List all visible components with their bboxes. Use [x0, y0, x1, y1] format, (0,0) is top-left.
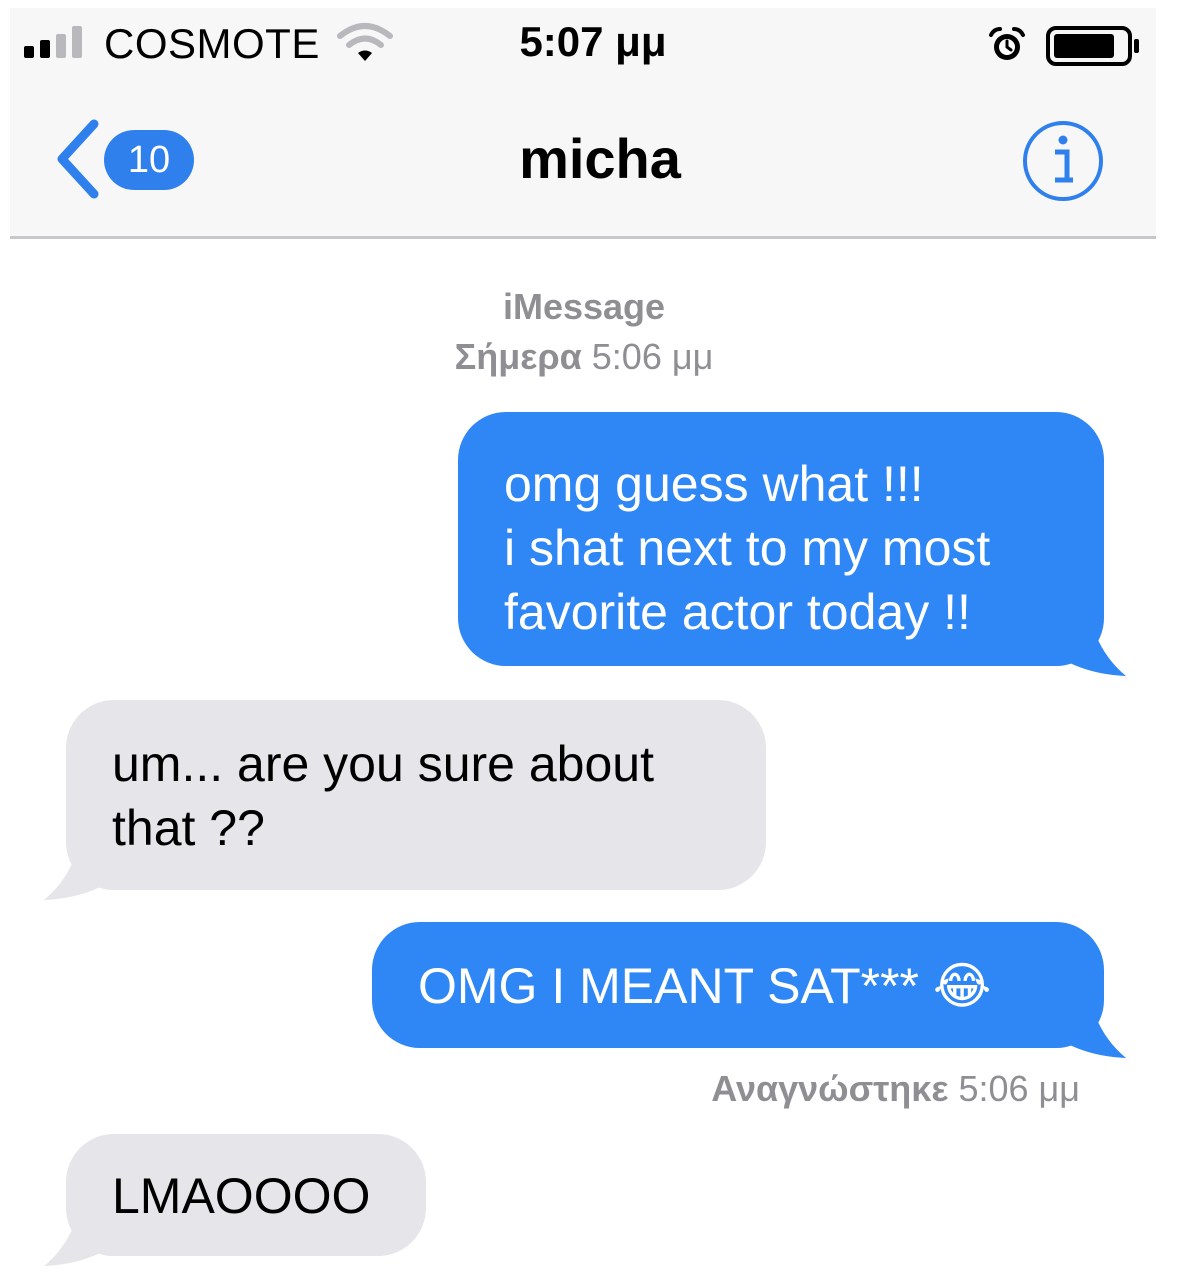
messages-screen: COSMOTE 5:07 μμ 10 micha iMessage Σήμερα…	[0, 0, 1200, 1287]
wifi-icon	[337, 23, 393, 61]
message-text-line: i shat next to my most	[504, 520, 991, 576]
battery-icon	[1046, 26, 1139, 66]
message-text: LMAOOOO	[112, 1168, 371, 1224]
conversation-timestamp: Σήμερα 5:06 μμ	[0, 336, 1168, 378]
message-text: OMG I MEANT SAT***	[418, 958, 920, 1014]
status-time: 5:07 μμ	[519, 18, 667, 65]
received-message-bubble[interactable]: um... are you sure about that ??	[44, 700, 766, 900]
message-text-line: favorite actor today !!	[504, 584, 971, 640]
contact-name[interactable]: micha	[400, 126, 800, 191]
read-receipt-label: Αναγνώστηκε	[711, 1068, 949, 1109]
timestamp-time: 5:06 μμ	[591, 336, 714, 377]
message-text-line: that ??	[112, 800, 265, 856]
message-text-line: um... are you sure about	[112, 736, 654, 792]
signal-icon	[24, 26, 94, 58]
chevron-left-icon[interactable]	[52, 118, 104, 200]
sent-message-bubble[interactable]: OMG I MEANT SAT*** 😂	[372, 922, 1126, 1058]
info-icon[interactable]	[1020, 118, 1106, 204]
read-receipt-time: 5:06 μμ	[958, 1068, 1080, 1109]
message-text-line: omg guess what !!!	[504, 456, 924, 512]
back-unread-badge[interactable]: 10	[104, 130, 194, 190]
received-message-bubble[interactable]: LMAOOOO	[44, 1134, 426, 1266]
nav-divider	[10, 236, 1156, 239]
alarm-icon	[989, 27, 1025, 60]
service-label: iMessage	[502, 286, 666, 327]
message-text-line: OMG I MEANT SAT*** 😂	[418, 954, 1104, 1018]
carrier-name: COSMOTE	[104, 20, 320, 67]
read-receipt: Αναγνώστηκε 5:06 μμ	[560, 1068, 1080, 1110]
timestamp-day: Σήμερα	[454, 336, 582, 377]
tears-of-joy-emoji-icon: 😂	[932, 957, 992, 1015]
sent-message-bubble[interactable]: omg guess what !!! i shat next to my mos…	[458, 412, 1126, 676]
